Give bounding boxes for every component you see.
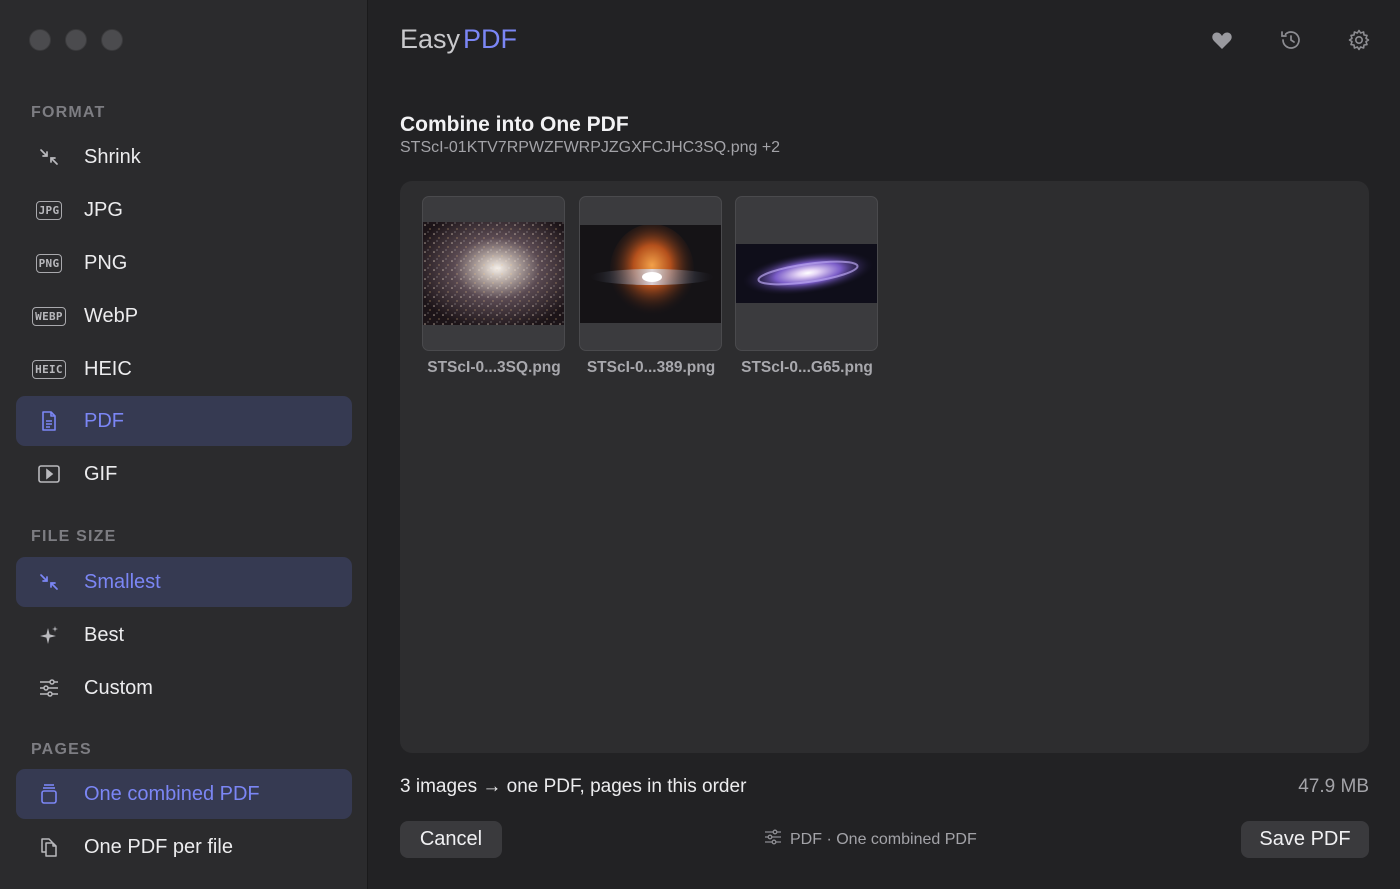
thumbnail-label: STScI-0...G65.png (741, 359, 873, 376)
sidebar-item-label: Smallest (84, 570, 161, 593)
heic-badge-icon: HEIC (31, 359, 67, 379)
close-window-button[interactable] (29, 29, 51, 51)
format-section-label: FORMAT (31, 104, 106, 121)
jpg-badge-icon: JPG (31, 200, 67, 220)
thumbnail-image-frame[interactable] (422, 196, 565, 351)
sparkle-icon (31, 624, 67, 646)
sidebar-item-png[interactable]: PNG PNG (16, 238, 352, 288)
history-icon[interactable] (1278, 27, 1304, 53)
cancel-button[interactable]: Cancel (400, 821, 502, 858)
stack-icon (31, 782, 67, 806)
sidebar-item-label: JPG (84, 198, 123, 221)
output-size: 47.9 MB (1298, 776, 1369, 797)
sidebar-item-custom[interactable]: Custom (16, 663, 352, 713)
sidebar-item-label: HEIC (84, 357, 132, 380)
sidebar-item-label: Shrink (84, 145, 141, 168)
sidebar-item-one-pdf-per-file[interactable]: One PDF per file (16, 822, 352, 872)
webp-badge-icon: WEBP (31, 306, 67, 326)
thumbnail-item[interactable]: STScI-0...3SQ.png (422, 196, 566, 377)
app-logo: Easy PDF (400, 24, 517, 55)
filesize-section-label: FILE SIZE (31, 528, 117, 545)
copy-docs-icon (31, 835, 67, 859)
sidebar-item-pdf[interactable]: PDF (16, 396, 352, 446)
zoom-window-button[interactable] (101, 29, 123, 51)
main-panel: Easy PDF Combine into One PDF STScI-01KTV… (369, 0, 1400, 889)
thumbnail-image-frame[interactable] (579, 196, 722, 351)
play-icon (31, 464, 67, 484)
sidebar-item-heic[interactable]: HEIC HEIC (16, 344, 352, 394)
sidebar-item-label: PDF (84, 409, 124, 432)
thumbnail-label: STScI-0...389.png (586, 359, 716, 376)
pages-section-label: PAGES (31, 741, 92, 758)
thumbnail-item[interactable]: STScI-0...G65.png (735, 196, 879, 377)
sliders-icon (31, 678, 67, 698)
summary-text: 3 images → one PDF, pages in this order (400, 776, 747, 797)
sidebar-item-label: GIF (84, 462, 118, 485)
sidebar-item-smallest[interactable]: Smallest (16, 557, 352, 607)
heart-icon[interactable] (1209, 27, 1235, 53)
sidebar-item-label: One PDF per file (84, 835, 233, 858)
thumbnail-label: STScI-0...3SQ.png (427, 359, 561, 376)
window-controls (29, 29, 123, 51)
status-summary: PDF · One combined PDF (764, 829, 977, 850)
sidebar-item-webp[interactable]: WEBP WebP (16, 291, 352, 341)
galaxy-outflow-image (580, 225, 721, 323)
file-list-subtitle: STScI-01KTV7RPWZFWRPJZGXFCJHC3SQ.png +2 (400, 139, 781, 156)
document-icon (31, 410, 67, 432)
shrink-icon (31, 146, 67, 168)
thumbnail-canvas: STScI-0...3SQ.png STScI-0...389.png STSc… (400, 181, 1369, 753)
sidebar-item-best[interactable]: Best (16, 610, 352, 660)
sidebar: FORMAT Shrink JPG JPG PNG PNG WEBP WebP … (0, 0, 368, 889)
sidebar-item-shrink[interactable]: Shrink (16, 132, 352, 182)
status-text: PDF · One combined PDF (790, 830, 977, 848)
star-cluster-image (423, 222, 564, 325)
minimize-window-button[interactable] (65, 29, 87, 51)
sidebar-item-jpg[interactable]: JPG JPG (16, 185, 352, 235)
sidebar-item-label: WebP (84, 304, 139, 327)
save-pdf-button[interactable]: Save PDF (1241, 821, 1369, 858)
thumbnail-item[interactable]: STScI-0...389.png (579, 196, 723, 377)
sidebar-item-label: PNG (84, 251, 128, 274)
sidebar-item-label: Best (84, 623, 125, 646)
sidebar-item-label: One combined PDF (84, 782, 260, 805)
sidebar-item-gif[interactable]: GIF (16, 449, 352, 499)
png-badge-icon: PNG (31, 253, 67, 273)
sliders-icon (764, 829, 782, 850)
page-title: Combine into One PDF (400, 113, 629, 136)
app-name-part1: Easy (400, 24, 461, 54)
shrink-icon (31, 571, 67, 593)
spiral-galaxy-image (736, 244, 877, 303)
gear-icon[interactable] (1346, 27, 1372, 53)
thumbnail-image-frame[interactable] (735, 196, 878, 351)
app-name-part2: PDF (463, 24, 518, 54)
sidebar-item-label: Custom (84, 676, 153, 699)
sidebar-item-one-combined-pdf[interactable]: One combined PDF (16, 769, 352, 819)
